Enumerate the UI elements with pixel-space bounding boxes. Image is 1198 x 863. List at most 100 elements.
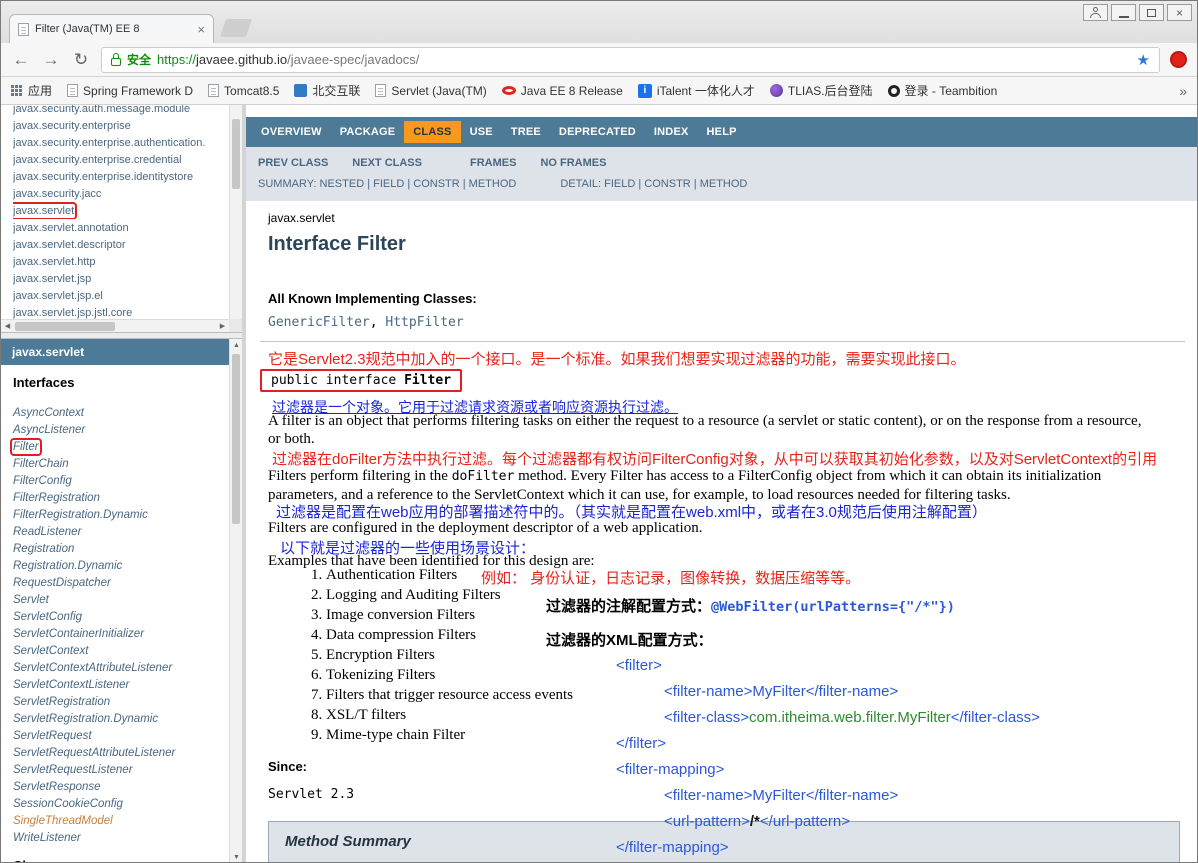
interfaces-heading: Interfaces xyxy=(13,375,75,390)
xml-line: <filter-class>com.itheima.web.filter.MyF… xyxy=(664,709,1040,726)
interface-link[interactable]: ServletContextAttributeListener xyxy=(13,662,172,674)
topnav-item-index[interactable]: INDEX xyxy=(645,121,698,143)
frames-link[interactable]: FRAMES xyxy=(470,157,516,169)
detail-links[interactable]: DETAIL: FIELD | CONSTR | METHOD xyxy=(560,178,747,190)
interface-link[interactable]: AsyncContext xyxy=(13,407,84,419)
scroll-up-icon[interactable]: ▲ xyxy=(230,339,242,352)
interface-link[interactable]: ServletContextListener xyxy=(13,679,129,691)
bookmark-star-icon[interactable]: ★ xyxy=(1137,51,1150,69)
interface-link[interactable]: SessionCookieConfig xyxy=(13,798,123,810)
minimize-icon xyxy=(1118,16,1129,18)
sidebar: javax.security.auth.message.module javax.… xyxy=(1,105,246,862)
bookmark-label: iTalent 一体化人才 xyxy=(656,84,755,98)
apps-button[interactable]: 应用 xyxy=(11,82,52,99)
scroll-right-icon[interactable]: ▶ xyxy=(216,320,229,332)
scroll-down-icon[interactable]: ▼ xyxy=(230,851,242,862)
bookmark-item[interactable]: 登录 - Teambition xyxy=(887,82,997,99)
new-tab-button[interactable] xyxy=(220,19,252,37)
interface-link[interactable]: ServletRequestAttributeListener xyxy=(13,747,175,759)
topnav-item-tree[interactable]: TREE xyxy=(502,121,550,143)
package-vertical-scrollbar[interactable] xyxy=(229,105,242,319)
use-case-list: Authentication FiltersLogging and Auditi… xyxy=(268,565,573,745)
user-profile-button[interactable] xyxy=(1083,4,1108,21)
interface-link[interactable]: AsyncListener xyxy=(13,424,85,436)
interface-link[interactable]: ServletContainerInitializer xyxy=(13,628,144,640)
interface-link[interactable]: ServletRequest xyxy=(13,730,92,742)
no-frames-link[interactable]: NO FRAMES xyxy=(540,157,606,169)
use-case-item: Image conversion Filters xyxy=(326,605,573,625)
declaration-text: public interface Filter xyxy=(271,373,452,388)
interface-link[interactable]: ServletConfig xyxy=(13,611,82,623)
interface-link[interactable]: ServletRegistration xyxy=(13,696,110,708)
adblock-extension-icon[interactable] xyxy=(1170,51,1187,68)
interface-link[interactable]: FilterRegistration xyxy=(13,492,100,504)
interface-link[interactable]: Filter xyxy=(10,438,42,456)
bookmarks-overflow-button[interactable]: » xyxy=(1179,83,1187,99)
next-class-link[interactable]: NEXT CLASS xyxy=(352,157,422,169)
interface-link[interactable]: Registration.Dynamic xyxy=(13,560,122,572)
interface-link[interactable]: RequestDispatcher xyxy=(13,577,111,589)
interface-link[interactable]: ServletContext xyxy=(13,645,88,657)
package-link[interactable]: javax.security.enterprise xyxy=(13,120,131,132)
topnav-item-help[interactable]: HELP xyxy=(698,121,746,143)
bookmark-item[interactable]: TLIAS.后台登陆 xyxy=(769,82,873,99)
interface-link[interactable]: WriteListener xyxy=(13,832,81,844)
bookmark-item[interactable]: Servlet (Java(TM) xyxy=(375,84,487,98)
interface-link[interactable]: Servlet xyxy=(13,594,49,606)
refresh-button[interactable]: ↻ xyxy=(71,50,91,70)
package-horizontal-scrollbar[interactable]: ◀ ▶ xyxy=(1,319,229,332)
topnav-item-deprecated[interactable]: DEPRECATED xyxy=(550,121,645,143)
topnav-item-use[interactable]: USE xyxy=(461,121,502,143)
vertical-scroll-thumb[interactable] xyxy=(232,354,240,524)
forward-button[interactable]: → xyxy=(41,50,61,70)
interface-link[interactable]: SingleThreadModel xyxy=(13,815,113,827)
minimize-button[interactable] xyxy=(1111,4,1136,21)
topnav-item-overview[interactable]: OVERVIEW xyxy=(252,121,331,143)
use-case-item: Logging and Auditing Filters xyxy=(326,585,573,605)
package-link[interactable]: javax.servlet.jsp.jstl.core xyxy=(13,307,132,319)
interface-link[interactable]: Registration xyxy=(13,543,74,555)
horizontal-scroll-thumb[interactable] xyxy=(15,322,115,331)
package-label: javax.servlet xyxy=(268,211,335,225)
package-link[interactable]: javax.servlet.jsp xyxy=(13,273,91,285)
bookmark-item[interactable]: Tomcat8.5 xyxy=(208,84,279,98)
tab-close-icon[interactable]: × xyxy=(197,22,205,37)
package-link[interactable]: javax.security.enterprise.authentication… xyxy=(13,137,205,149)
bookmark-item[interactable]: iTalent 一体化人才 xyxy=(637,82,755,99)
topnav-item-class[interactable]: CLASS xyxy=(404,121,461,143)
interface-link[interactable]: ReadListener xyxy=(13,526,81,538)
back-button[interactable]: ← xyxy=(11,50,31,70)
package-link[interactable]: javax.servlet.jsp.el xyxy=(13,290,103,302)
package-link[interactable]: javax.servlet xyxy=(13,202,78,219)
use-case-item: Mime-type chain Filter xyxy=(326,725,573,745)
package-link[interactable]: javax.security.jacc xyxy=(13,188,101,200)
package-link[interactable]: javax.security.enterprise.identitystore xyxy=(13,171,193,183)
summary-links[interactable]: SUMMARY: NESTED | FIELD | CONSTR | METHO… xyxy=(258,178,516,190)
package-link[interactable]: javax.security.auth.message.module xyxy=(13,105,190,115)
interface-link[interactable]: ServletRequestListener xyxy=(13,764,133,776)
close-window-button[interactable]: × xyxy=(1167,4,1192,21)
maximize-button[interactable] xyxy=(1139,4,1164,21)
class-vertical-scrollbar[interactable]: ▲ ▼ xyxy=(229,339,242,862)
browser-tab[interactable]: Filter (Java(TM) EE 8 × xyxy=(9,14,214,43)
interface-link[interactable]: FilterConfig xyxy=(13,475,72,487)
scroll-left-icon[interactable]: ◀ xyxy=(1,320,14,332)
bookmark-item[interactable]: Java EE 8 Release xyxy=(501,84,623,98)
url-text[interactable]: https://javaee.github.io/javaee-spec/jav… xyxy=(157,52,1131,67)
bookmark-item[interactable]: 北交互联 xyxy=(294,82,360,99)
interface-link[interactable]: FilterChain xyxy=(13,458,69,470)
frame-divider[interactable] xyxy=(1,332,242,339)
interface-link[interactable]: ServletRegistration.Dynamic xyxy=(13,713,158,725)
package-link[interactable]: javax.servlet.annotation xyxy=(13,222,129,234)
package-link[interactable]: javax.security.enterprise.credential xyxy=(13,154,182,166)
interface-link[interactable]: FilterRegistration.Dynamic xyxy=(13,509,148,521)
package-link[interactable]: javax.servlet.descriptor xyxy=(13,239,126,251)
browser-window: Filter (Java(TM) EE 8 × × ← → ↻ 安全 https… xyxy=(0,0,1198,863)
topnav-item-package[interactable]: PACKAGE xyxy=(331,121,405,143)
prev-class-link[interactable]: PREV CLASS xyxy=(258,157,328,169)
implementing-links[interactable]: GenericFilter, HttpFilter xyxy=(268,315,464,330)
interface-link[interactable]: ServletResponse xyxy=(13,781,101,793)
package-link[interactable]: javax.servlet.http xyxy=(13,256,96,268)
bookmark-item[interactable]: Spring Framework D xyxy=(67,84,193,98)
address-bar[interactable]: 安全 https://javaee.github.io/javaee-spec/… xyxy=(101,46,1160,73)
